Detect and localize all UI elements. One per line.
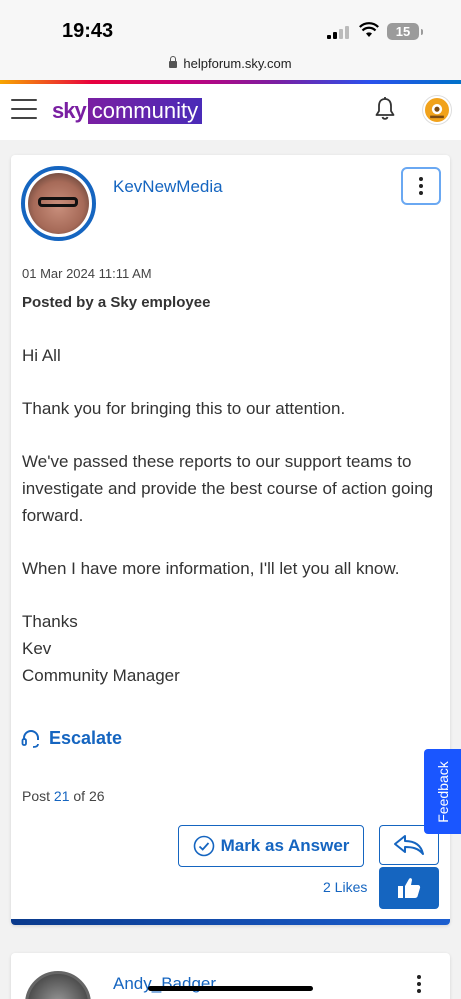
- sky-community-logo[interactable]: sky community: [52, 98, 203, 124]
- wifi-icon: [359, 22, 379, 37]
- menu-icon[interactable]: [11, 99, 37, 119]
- home-indicator: [148, 986, 313, 991]
- next-author-avatar[interactable]: [25, 971, 91, 999]
- post-card: KevNewMedia 01 Mar 2024 11:11 AM Posted …: [11, 155, 450, 925]
- post-paragraph: When I have more information, I'll let y…: [22, 559, 400, 578]
- feedback-label: Feedback: [434, 760, 451, 823]
- post-counter-prefix: Post: [22, 788, 54, 804]
- post-counter: Post 21 of 26: [22, 788, 105, 804]
- post-date: 01 Mar 2024 11:11 AM: [22, 266, 152, 281]
- reply-icon: [394, 835, 424, 855]
- url-text: helpforum.sky.com: [183, 56, 292, 71]
- post-greeting: Hi All: [22, 346, 61, 365]
- next-post-card: Andy_Badger: [11, 953, 450, 999]
- logo-sky-text: sky: [52, 98, 87, 123]
- post-signature-role: Community Manager: [22, 666, 180, 685]
- mark-as-answer-label: Mark as Answer: [220, 836, 350, 855]
- post-body: Hi All Thank you for bringing this to ou…: [22, 342, 442, 689]
- employee-badge: Posted by a Sky employee: [22, 294, 211, 311]
- post-signature-name: Kev: [22, 639, 52, 658]
- post-paragraph: We've passed these reports to our suppor…: [22, 452, 434, 525]
- address-bar[interactable]: helpforum.sky.com: [0, 56, 461, 71]
- post-options-button[interactable]: [401, 167, 441, 205]
- headset-icon: [21, 729, 39, 748]
- author-name[interactable]: KevNewMedia: [113, 177, 223, 197]
- feedback-tab[interactable]: Feedback: [424, 749, 461, 834]
- signal-icon: [327, 26, 349, 39]
- post-number-link[interactable]: 21: [54, 788, 70, 804]
- mark-as-answer-button[interactable]: Mark as Answer: [178, 825, 364, 867]
- likes-count[interactable]: 2 Likes: [323, 879, 367, 895]
- post-paragraph: Thank you for bringing this to our atten…: [22, 399, 346, 418]
- author-avatar[interactable]: [21, 166, 96, 241]
- battery-icon: 15: [387, 23, 423, 40]
- status-time: 19:43: [62, 20, 114, 42]
- logo-community-text: community: [87, 98, 203, 124]
- user-avatar[interactable]: [423, 96, 451, 124]
- next-author-name[interactable]: Andy_Badger: [113, 974, 216, 994]
- check-circle-icon: [193, 835, 214, 857]
- next-post-options-button[interactable]: [417, 975, 421, 993]
- escalate-link[interactable]: Escalate: [21, 728, 122, 749]
- post-signoff: Thanks: [22, 612, 78, 631]
- status-bar: 19:43 15 helpforum.sky.com: [0, 0, 461, 80]
- lock-icon: [169, 56, 178, 68]
- bell-icon[interactable]: [372, 96, 398, 122]
- thumbs-up-icon: [398, 878, 421, 898]
- like-button[interactable]: [379, 867, 439, 909]
- post-counter-suffix: of 26: [69, 788, 105, 804]
- site-header: sky community: [0, 84, 461, 140]
- card-accent-bar: [11, 919, 450, 925]
- escalate-label: Escalate: [49, 728, 123, 748]
